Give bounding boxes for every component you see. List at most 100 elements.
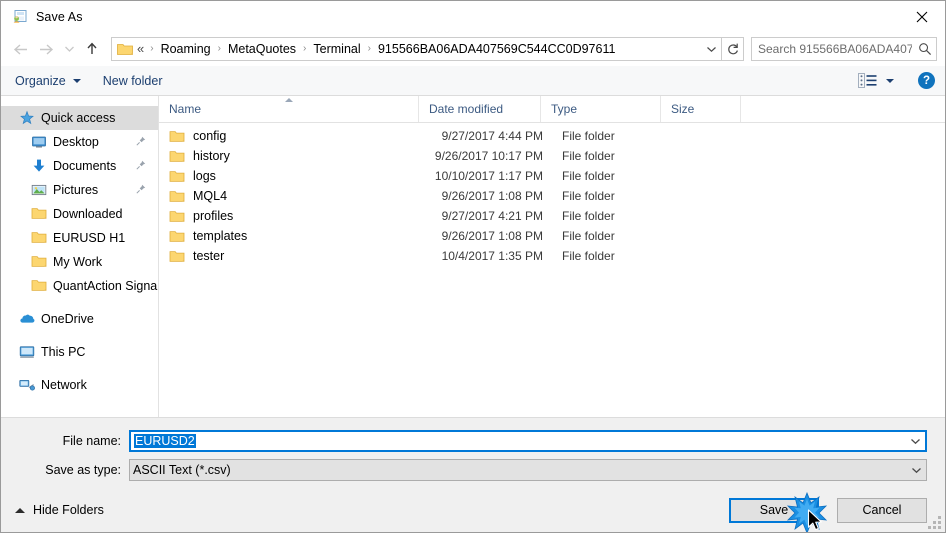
breadcrumb-item-guid[interactable]: 915566BA06ADA407569C544CC0D97611 <box>375 38 618 60</box>
close-button[interactable] <box>899 1 945 32</box>
sidebar-item-documents[interactable]: Documents <box>1 154 158 178</box>
sidebar-item-label: QuantAction Signal <box>53 279 159 293</box>
sidebar-item-label: My Work <box>53 255 103 269</box>
save-as-type-select[interactable]: ASCII Text (*.csv) <box>129 459 927 481</box>
sidebar-item-label: EURUSD H1 <box>53 231 126 245</box>
dialog-buttons: Save Cancel <box>729 491 927 532</box>
folder-icon <box>169 249 185 263</box>
save-as-type-label: Save as type: <box>45 463 121 477</box>
pin-icon[interactable] <box>136 135 146 149</box>
sidebar-item-onedrive[interactable]: OneDrive <box>1 307 158 331</box>
breadcrumb-overflow[interactable]: « <box>137 38 146 60</box>
file-date-modified: 9/27/2017 4:44 PM <box>441 129 543 143</box>
save-button[interactable]: Save <box>729 497 819 523</box>
organize-button[interactable]: Organize <box>15 74 81 88</box>
folder-icon <box>169 129 185 143</box>
search-icon <box>914 42 936 56</box>
sidebar-item-label: Network <box>41 378 87 392</box>
file-name: history <box>193 149 230 163</box>
hide-folders-button[interactable]: Hide Folders <box>15 503 104 517</box>
save-as-icon <box>12 9 28 25</box>
save-as-type-chevron-down-icon[interactable] <box>906 466 926 474</box>
file-name: tester <box>193 249 225 263</box>
column-header-label: Type <box>551 102 578 116</box>
file-date-modified: 10/10/2017 1:17 PM <box>434 169 543 183</box>
resize-grip[interactable] <box>928 516 941 529</box>
column-header-name[interactable]: Name <box>159 96 419 122</box>
sidebar-item-downloaded[interactable]: Downloaded <box>1 202 158 226</box>
desktop-icon <box>31 134 47 150</box>
table-row[interactable]: config 9/27/2017 4:44 PM File folder <box>159 126 945 146</box>
up-arrow-icon[interactable] <box>79 36 105 62</box>
folder-icon <box>169 209 185 223</box>
chevron-down-icon <box>72 78 81 83</box>
pin-icon[interactable] <box>136 159 146 173</box>
breadcrumb-item-roaming[interactable]: Roaming <box>158 38 214 60</box>
pin-icon[interactable] <box>136 183 146 197</box>
column-header-date-modified[interactable]: Date modified <box>419 96 541 122</box>
breadcrumb-separator-icon: › <box>303 43 307 54</box>
breadcrumb-item-metaquotes[interactable]: MetaQuotes <box>225 38 299 60</box>
file-name-input[interactable]: EURUSD2 <box>129 430 927 452</box>
view-options-icon[interactable] <box>858 73 877 88</box>
sidebar-item-quantaction-signal[interactable]: QuantAction Signal <box>1 274 158 298</box>
column-header-label: Date modified <box>429 102 504 116</box>
folder-icon <box>169 189 185 203</box>
sidebar-item-label: Quick access <box>41 111 116 125</box>
file-type: File folder <box>562 149 615 163</box>
search-box[interactable] <box>751 37 937 61</box>
sidebar-item-eurusd-h1[interactable]: EURUSD H1 <box>1 226 158 250</box>
column-header-filler <box>741 96 945 122</box>
folder-icon <box>169 149 185 163</box>
file-type: File folder <box>562 209 615 223</box>
back-arrow-icon[interactable] <box>7 36 33 62</box>
this-pc-icon <box>19 344 35 360</box>
file-type: File folder <box>562 189 615 203</box>
column-header-row: Name Date modified Type Size <box>159 96 945 123</box>
recent-locations-chevron-down-icon[interactable] <box>59 36 79 62</box>
sidebar-item-desktop[interactable]: Desktop <box>1 130 158 154</box>
table-row[interactable]: profiles 9/27/2017 4:21 PM File folder <box>159 206 945 226</box>
save-label: Save <box>759 503 789 517</box>
new-folder-button[interactable]: New folder <box>103 74 163 88</box>
address-bar[interactable]: « › Roaming › MetaQuotes › Terminal › 91… <box>111 37 722 61</box>
sidebar-item-network[interactable]: Network <box>1 373 158 397</box>
file-name-chevron-down-icon[interactable] <box>905 437 925 445</box>
sidebar-item-my-work[interactable]: My Work <box>1 250 158 274</box>
address-dropdown-chevron-down-icon[interactable] <box>701 38 721 60</box>
organize-label: Organize <box>15 73 66 88</box>
table-row[interactable]: logs 10/10/2017 1:17 PM File folder <box>159 166 945 186</box>
breadcrumb-separator-icon: › <box>217 43 221 54</box>
table-row[interactable]: MQL4 9/26/2017 1:08 PM File folder <box>159 186 945 206</box>
breadcrumb-item-terminal[interactable]: Terminal <box>310 38 363 60</box>
file-name: config <box>193 129 227 143</box>
file-type: File folder <box>562 169 615 183</box>
cancel-label: Cancel <box>862 503 902 517</box>
search-input[interactable] <box>752 41 914 57</box>
forward-arrow-icon[interactable] <box>33 36 59 62</box>
onedrive-cloud-icon <box>19 311 35 327</box>
save-button-wrap: Save <box>729 491 827 532</box>
file-list-pane: Name Date modified Type Size config 9/27… <box>159 96 945 417</box>
table-row[interactable]: tester 10/4/2017 1:35 PM File folder <box>159 246 945 266</box>
refresh-icon[interactable] <box>722 37 744 61</box>
column-header-size[interactable]: Size <box>661 96 741 122</box>
sidebar-item-label: OneDrive <box>41 312 94 326</box>
file-type: File folder <box>562 129 615 143</box>
sidebar-item-pictures[interactable]: Pictures <box>1 178 158 202</box>
file-type: File folder <box>562 229 615 243</box>
column-header-label: Name <box>169 102 202 116</box>
table-row[interactable]: templates 9/26/2017 1:08 PM File folder <box>159 226 945 246</box>
column-header-type[interactable]: Type <box>541 96 661 122</box>
table-row[interactable]: history 9/26/2017 10:17 PM File folder <box>159 146 945 166</box>
cancel-button[interactable]: Cancel <box>837 497 927 523</box>
file-rows: config 9/27/2017 4:44 PM File folder his… <box>159 123 945 417</box>
command-bar-right: ? <box>858 72 935 89</box>
file-date-modified: 10/4/2017 1:35 PM <box>441 249 543 263</box>
pictures-icon <box>31 182 47 198</box>
navigation-bar: « › Roaming › MetaQuotes › Terminal › 91… <box>1 32 945 66</box>
sidebar-item-this-pc[interactable]: This PC <box>1 340 158 364</box>
help-button[interactable]: ? <box>918 72 935 89</box>
view-options-chevron-down-icon[interactable] <box>886 78 894 83</box>
sidebar-item-quick-access[interactable]: Quick access <box>1 106 158 130</box>
